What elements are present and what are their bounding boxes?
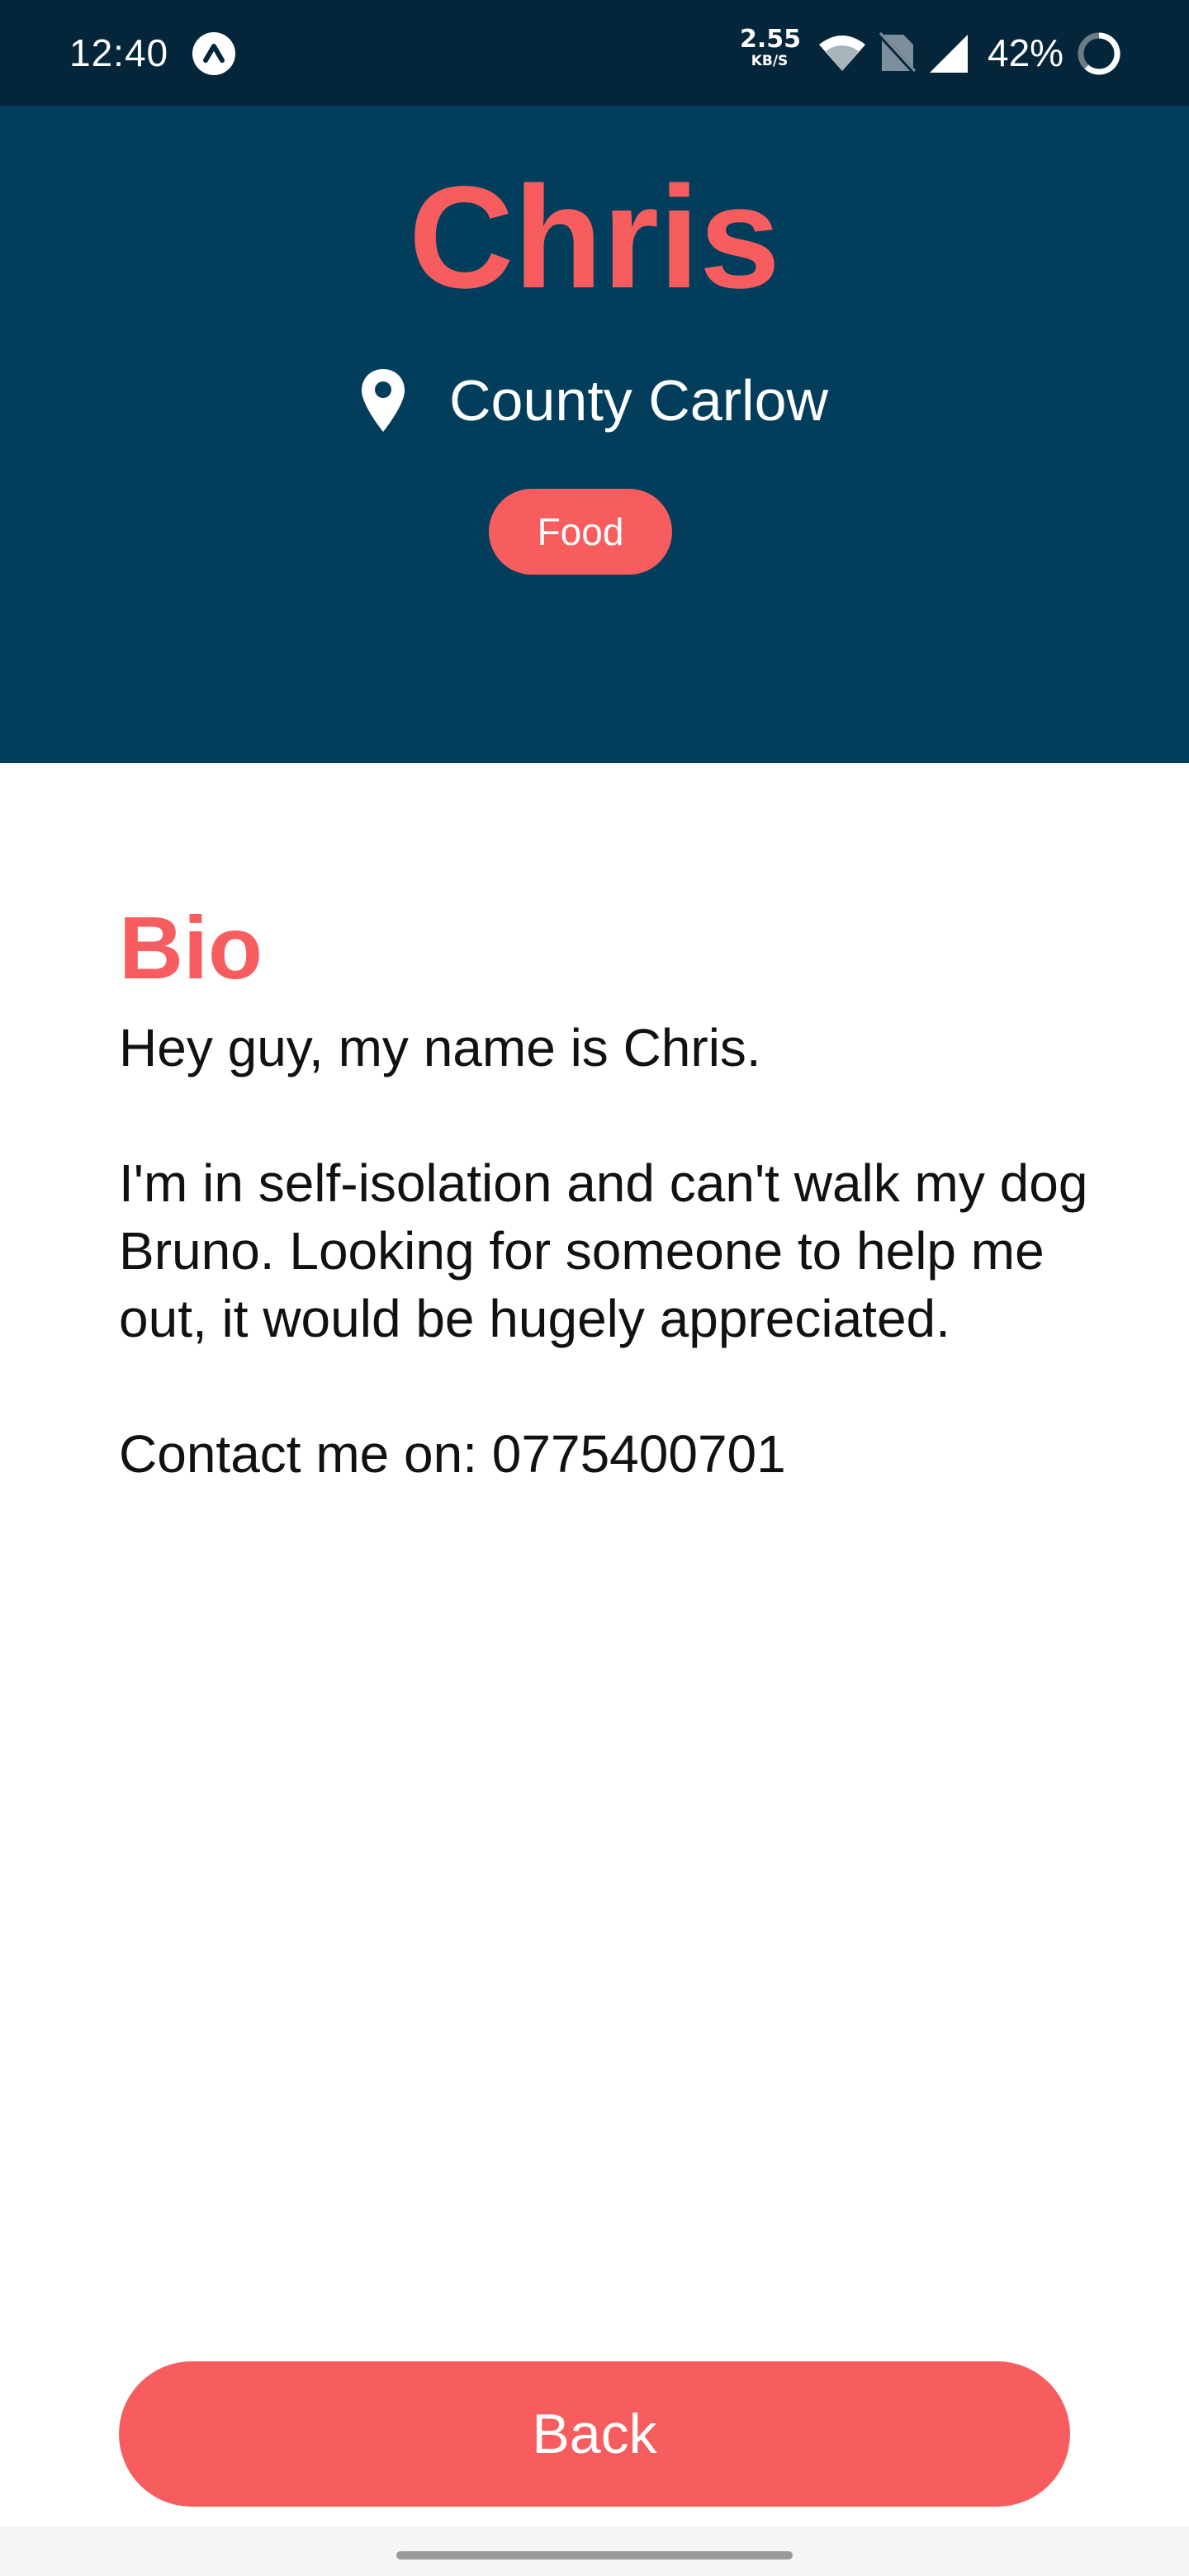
map-pin-icon bbox=[362, 369, 405, 432]
status-bar: 12:40 2.55 KB/S 42% bbox=[0, 0, 1189, 106]
profile-name: Chris bbox=[409, 157, 780, 319]
wifi-icon bbox=[819, 36, 865, 71]
bio-paragraph: I'm in self-isolation and can't walk my … bbox=[119, 1153, 1088, 1348]
bio-paragraph: Hey guy, my name is Chris. bbox=[119, 1018, 761, 1077]
back-button[interactable]: Back bbox=[119, 2361, 1070, 2507]
bio-contact: Contact me on: 0775400701 bbox=[119, 1424, 786, 1484]
no-sim-icon bbox=[877, 31, 917, 74]
arrow-up-circle-icon bbox=[192, 32, 235, 75]
bio-text: Hey guy, my name is Chris. I'm in self-i… bbox=[119, 1014, 1093, 1488]
battery-ring-icon bbox=[1078, 32, 1120, 75]
category-tag: Food bbox=[489, 489, 672, 575]
bio-heading: Bio bbox=[119, 897, 263, 997]
battery-percentage: 42% bbox=[988, 31, 1064, 74]
status-time: 12:40 bbox=[69, 31, 169, 74]
network-speed-unit: KB/S bbox=[751, 53, 789, 69]
network-speed-value: 2.55 bbox=[740, 25, 802, 54]
location-text: County Carlow bbox=[449, 368, 829, 433]
location-row: County Carlow bbox=[360, 355, 828, 446]
signal-icon bbox=[930, 35, 968, 73]
navigation-bar bbox=[0, 2526, 1189, 2576]
home-gesture-handle[interactable] bbox=[396, 2551, 793, 2559]
network-speed: 2.55 KB/S bbox=[740, 25, 802, 70]
